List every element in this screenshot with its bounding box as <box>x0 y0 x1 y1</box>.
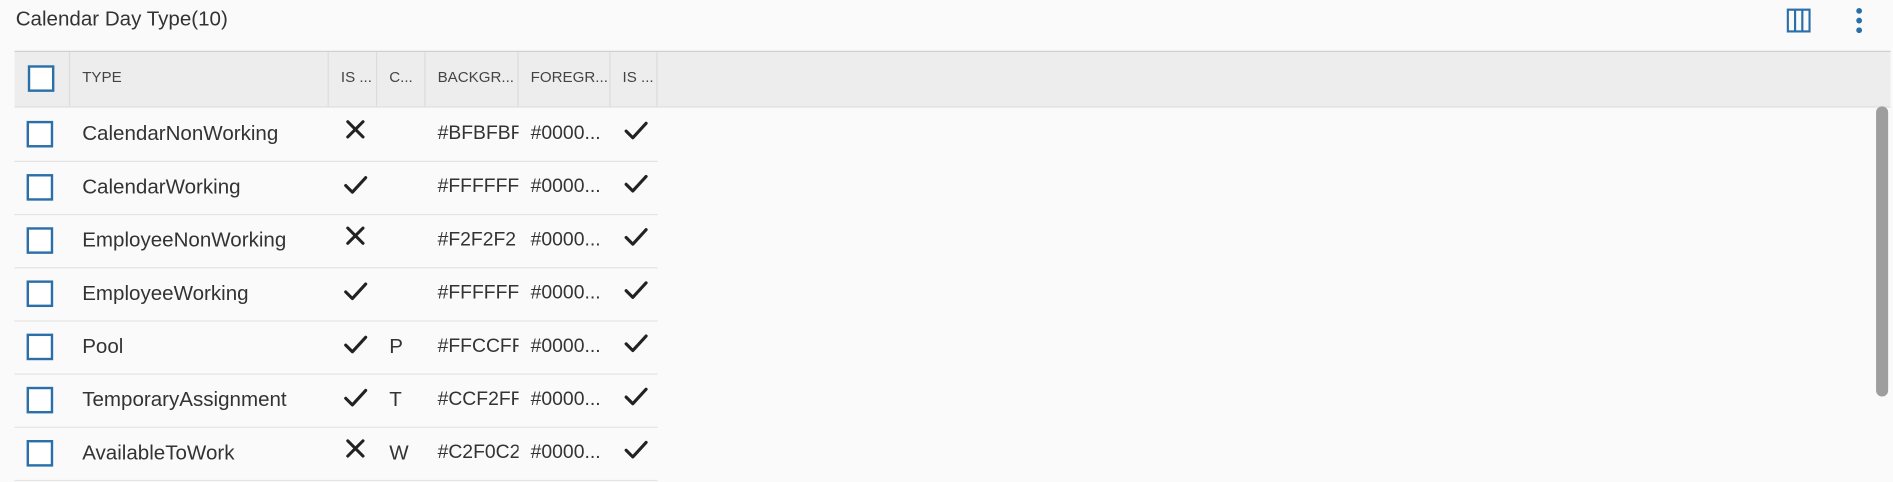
foreground-color-cell: #0000... <box>530 442 601 463</box>
row-checkbox[interactable] <box>26 120 54 148</box>
column-header-background[interactable]: BACKGR... <box>425 51 519 107</box>
more-vertical-icon[interactable] <box>1852 7 1867 34</box>
code-cell <box>377 108 425 161</box>
cross-icon <box>345 118 367 146</box>
table-row[interactable]: CalendarWorking #FFFFFF #0000... <box>14 161 658 216</box>
type-cell: TemporaryAssignment <box>82 388 287 411</box>
grid-header: TYPE IS ... C... BACKGR... FOREGR... IS … <box>14 51 1891 108</box>
code-cell: T <box>389 388 402 411</box>
row-checkbox[interactable] <box>26 280 54 308</box>
check-icon <box>624 278 648 308</box>
code-cell: W <box>389 441 409 465</box>
column-header-type[interactable]: TYPE <box>70 51 329 107</box>
column-header-foreground[interactable]: FOREGR... <box>519 51 611 107</box>
table-row[interactable]: Pool P #FFCCFF #0000... <box>14 320 658 375</box>
type-cell: EmployeeWorking <box>82 281 249 305</box>
table-row[interactable]: EmployeeNonWorking #F2F2F2 #0000... <box>14 214 658 269</box>
check-icon <box>624 384 648 414</box>
type-cell: Pool <box>82 334 124 358</box>
table-row[interactable]: AvailableToWork W #C2F0C2 #0000... <box>14 427 658 482</box>
background-color-cell: #C2F0C2 <box>437 442 519 463</box>
select-all-cell <box>15 51 71 107</box>
code-cell <box>377 214 425 267</box>
select-all-checkbox[interactable] <box>27 65 55 92</box>
check-icon <box>343 279 368 309</box>
check-icon <box>343 386 368 416</box>
foreground-color-cell: #0000... <box>530 229 601 251</box>
foreground-color-cell: #0000... <box>530 336 601 357</box>
check-icon <box>624 225 648 255</box>
background-color-cell: #BFBFBF <box>437 123 519 144</box>
type-cell: CalendarWorking <box>82 175 241 199</box>
table-row[interactable]: TemporaryAssignment T #CCF2FF #0000... <box>14 374 658 428</box>
background-color-cell: #FFFFFF <box>437 176 519 198</box>
foreground-color-cell: #0000... <box>530 389 601 410</box>
page-title: Calendar Day Type(10) <box>15 7 228 31</box>
type-cell: CalendarNonWorking <box>82 122 279 146</box>
cross-icon <box>345 225 367 253</box>
code-cell <box>377 267 425 320</box>
type-cell: AvailableToWork <box>82 441 235 465</box>
row-checkbox[interactable] <box>26 174 54 201</box>
row-checkbox[interactable] <box>26 333 54 361</box>
type-cell: EmployeeNonWorking <box>82 228 287 252</box>
column-header-code[interactable]: C... <box>377 51 426 107</box>
table-row[interactable]: EmployeeWorking #FFFFFF #0000... <box>14 267 658 322</box>
columns-icon[interactable] <box>1786 8 1811 33</box>
foreground-color-cell: #0000... <box>530 123 601 144</box>
background-color-cell: #F2F2F2 <box>437 229 517 251</box>
row-checkbox[interactable] <box>26 440 54 467</box>
page: Calendar Day Type(10) TYPE IS ... C... B… <box>0 0 1893 482</box>
foreground-color-cell: #0000... <box>530 282 601 304</box>
check-icon <box>343 332 368 362</box>
check-icon <box>624 118 648 148</box>
background-color-cell: #FFFFFF <box>437 282 519 304</box>
check-icon <box>624 172 648 202</box>
check-icon <box>624 331 648 361</box>
column-header-is-2[interactable]: IS ... <box>610 51 658 107</box>
check-icon <box>343 173 368 203</box>
foreground-color-cell: #0000... <box>530 176 601 198</box>
vertical-scrollbar[interactable] <box>1876 106 1889 397</box>
row-checkbox[interactable] <box>26 227 54 254</box>
code-cell: P <box>389 334 403 358</box>
data-grid: TYPE IS ... C... BACKGR... FOREGR... IS … <box>14 50 1891 482</box>
row-checkbox[interactable] <box>26 386 54 414</box>
column-header-is-1[interactable]: IS ... <box>329 51 378 107</box>
background-color-cell: #FFCCFF <box>437 336 519 357</box>
background-color-cell: #CCF2FF <box>437 389 519 410</box>
table-row[interactable]: CalendarNonWorking #BFBFBF #0000... <box>14 108 658 162</box>
cross-icon <box>345 438 367 466</box>
code-cell <box>377 161 425 214</box>
check-icon <box>624 438 648 468</box>
